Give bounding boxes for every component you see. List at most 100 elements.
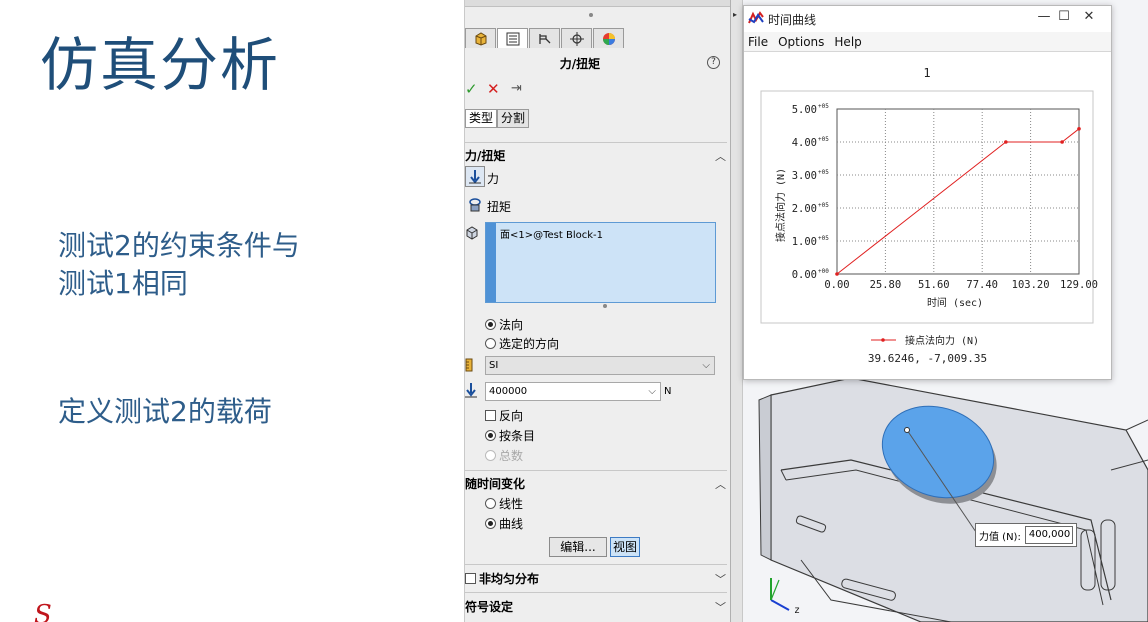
reverse-direction-checkbox[interactable]: 反向 (485, 407, 523, 424)
group-symbol-settings-header[interactable]: 符号设定 (465, 598, 513, 615)
divider (465, 142, 727, 143)
units-ruler-icon (465, 358, 475, 375)
force-label: 力 (487, 172, 500, 186)
tab-display-manager[interactable] (593, 28, 624, 48)
force-value-icon (465, 382, 477, 401)
ok-check-icon[interactable]: ✓ (465, 80, 478, 98)
chart-title: 1 (923, 66, 930, 80)
chevron-down-icon[interactable]: ﹀ (715, 599, 726, 615)
close-icon[interactable]: ✕ (1079, 9, 1099, 24)
curve-radio[interactable]: 曲线 (485, 515, 523, 532)
y-tick-label: 1.00 (792, 236, 817, 248)
force-unit-label: N (664, 386, 672, 397)
selection-list-box[interactable]: 面<1>@Test Block-1 (485, 222, 716, 303)
slide-title: 仿真分析 (40, 31, 281, 99)
company-logo: S (34, 600, 52, 622)
cursor-readout: 39.6246, -7,009.35 (867, 352, 988, 365)
minimize-icon[interactable]: — (1034, 9, 1054, 24)
time-curve-chart: 1 0.00 25.80 51.60 77.40 103.20 129.000.00 +00… (760, 66, 1098, 347)
x-tick-label: 25.80 (870, 279, 902, 291)
edit-curve-button[interactable]: 编辑... (549, 537, 607, 557)
window-title: 时间曲线 (768, 13, 817, 27)
crosshair-icon (569, 31, 584, 46)
group-force-torque-header[interactable]: 力/扭矩 (465, 147, 505, 164)
linear-radio[interactable]: 线性 (485, 495, 523, 512)
y-axis-label: 接点法向力 (N) (774, 168, 787, 242)
panel-grip[interactable] (589, 13, 593, 17)
divider (465, 470, 727, 471)
property-manager-title: 力/扭矩 (559, 57, 601, 71)
x-tick-label: 51.60 (918, 279, 950, 291)
linear-label: 线性 (499, 497, 524, 511)
pushpin-icon[interactable]: ⇥ (511, 81, 522, 96)
x-tick-label: 129.00 (1060, 279, 1098, 291)
chevron-up-icon[interactable]: ︿ (715, 476, 726, 492)
x-tick-label: 77.40 (966, 279, 998, 291)
tab-configuration-manager[interactable] (529, 28, 560, 48)
selected-face-item[interactable]: 面<1>@Test Block-1 (500, 226, 603, 241)
tab-split[interactable]: 分割 (497, 109, 530, 128)
force-value-callout[interactable]: 力值 (N): 400,000 (975, 523, 1077, 547)
divider (465, 592, 727, 593)
x-tick-label: 0.00 (824, 279, 849, 291)
group-time-variation-header[interactable]: 随时间变化 (465, 475, 525, 492)
feature-tree-icon (475, 31, 486, 46)
reverse-label: 反向 (499, 409, 524, 423)
tab-dimxpert-manager[interactable] (561, 28, 592, 48)
force-value-text: 400000 (489, 386, 528, 397)
tab-property-manager[interactable] (497, 28, 528, 48)
menu-help[interactable]: Help (834, 32, 861, 51)
y-tick-exponent: +05 (818, 235, 829, 242)
configuration-icon (538, 33, 550, 44)
tab-type[interactable]: 类型 (465, 109, 498, 128)
normal-label: 法向 (499, 318, 524, 332)
chevron-down-icon[interactable]: ﹀ (715, 571, 726, 587)
selected-direction-radio[interactable]: 选定的方向 (485, 335, 559, 352)
window-menubar: File Options Help (744, 32, 1111, 52)
color-wheel-icon (602, 32, 615, 45)
x-tick-label: 103.20 (1012, 279, 1050, 291)
force-arrow-icon (469, 170, 481, 184)
normal-radio[interactable]: 法向 (485, 316, 523, 333)
callout-value[interactable]: 400,000 (1024, 526, 1073, 544)
help-icon[interactable]: ? (707, 56, 720, 69)
data-point (1060, 140, 1064, 144)
menu-file[interactable]: File (748, 32, 768, 51)
menu-options[interactable]: Options (778, 32, 824, 51)
resize-grip[interactable] (603, 304, 607, 308)
data-point (1004, 140, 1008, 144)
tab-feature-manager[interactable] (465, 28, 496, 48)
divider (465, 564, 727, 565)
chevron-down-icon[interactable]: ⌵ (648, 383, 656, 400)
y-tick-label: 4.00 (792, 137, 817, 149)
y-tick-exponent: +05 (818, 103, 829, 110)
legend-marker (881, 338, 885, 342)
axis-z-label: z (794, 605, 800, 616)
per-item-radio[interactable]: 按条目 (485, 427, 535, 444)
x-axis-label: 时间 (sec) (927, 296, 983, 309)
unit-system-select[interactable]: SI ⌵ (485, 356, 715, 375)
y-tick-label: 2.00 (792, 203, 817, 215)
force-torque-property-manager: 力/扭矩 ? ✓ ✕ ⇥ 类型 分割 力/扭矩 ︿ 力 扭矩 面<1>@Test… (464, 0, 731, 622)
torque-label: 扭矩 (487, 200, 512, 214)
force-value-input[interactable]: 400000 ⌵ (485, 382, 661, 401)
view-curve-button[interactable]: 视图 (610, 537, 640, 557)
nonuniform-distribution-checkbox[interactable]: 非均匀分布 (465, 570, 539, 587)
face-selection-icon (465, 226, 479, 243)
slide-text-line-1: 测试2的约束条件与 (58, 229, 300, 262)
y-tick-exponent: +05 (818, 136, 829, 143)
window-titlebar[interactable]: 时间曲线 — ☐ ✕ (744, 6, 1111, 32)
time-curve-window: 时间曲线 — ☐ ✕ File Options Help 1 0.00 25.80… (743, 5, 1112, 380)
cancel-x-icon[interactable]: ✕ (487, 80, 500, 98)
property-list-icon (506, 32, 519, 45)
total-label: 总数 (499, 449, 524, 463)
maximize-icon[interactable]: ☐ (1054, 9, 1074, 24)
torque-button[interactable] (465, 194, 485, 215)
force-button[interactable] (465, 166, 485, 187)
chevron-up-icon[interactable]: ︿ (715, 148, 726, 164)
callout-label: 力值 (N): (979, 531, 1021, 543)
total-radio[interactable]: 总数 (485, 447, 523, 464)
legend: 接点法向力 (N) (871, 334, 979, 347)
per-item-label: 按条目 (499, 429, 536, 443)
slide-text-line-3: 定义测试2的载荷 (58, 395, 272, 428)
